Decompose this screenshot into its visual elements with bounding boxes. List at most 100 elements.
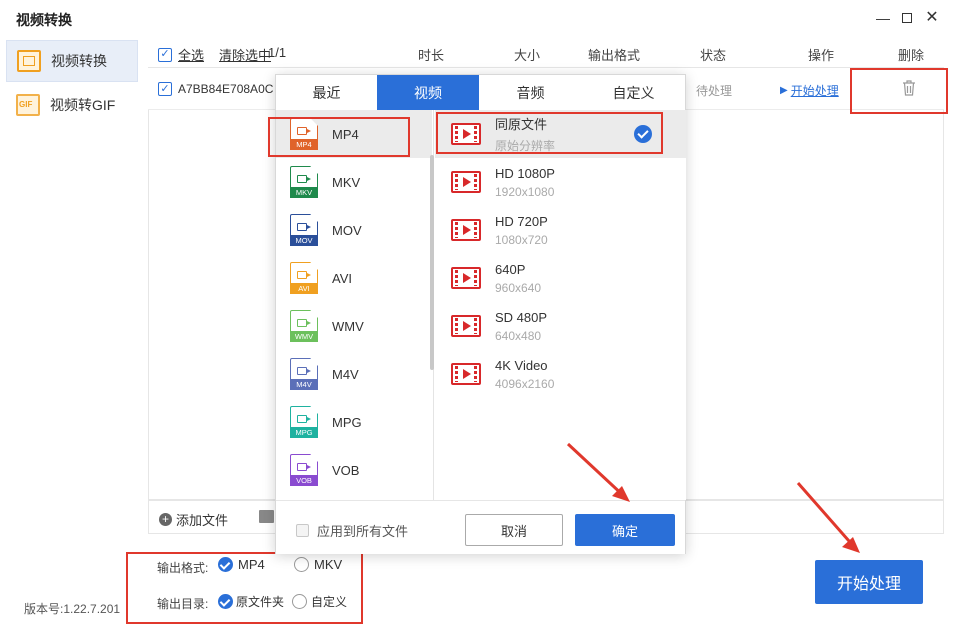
format-label: VOB	[332, 462, 360, 478]
column-output-format: 输出格式	[588, 48, 641, 63]
column-status: 状态	[700, 48, 727, 63]
popup-footer: 应用到所有文件 取消 确定	[276, 500, 685, 554]
apply-all-label: 应用到所有文件	[317, 524, 409, 539]
resolution-item-1080p[interactable]: HD 1080P 1920x1080	[435, 158, 686, 206]
column-size: 大小	[514, 48, 541, 63]
sidebar-item-video-to-gif[interactable]: GIF 视频转GIF	[6, 84, 138, 126]
format-option-label: MP4	[238, 557, 265, 572]
row-checkbox[interactable]: ✓	[158, 82, 172, 96]
resolution-item-4k[interactable]: 4K Video 4096x2160	[435, 350, 686, 398]
clear-selected-link[interactable]: 清除选中	[219, 45, 271, 64]
resolution-list: 同原文件 原始分辨率 HD 1080P 1920x1080 HD 720P 1080x…	[435, 110, 686, 500]
select-all-link[interactable]: 全选	[178, 45, 204, 64]
convert-icon	[17, 50, 41, 72]
resolution-item-480p[interactable]: SD 480P 640x480	[435, 302, 686, 350]
play-icon: ▶	[780, 85, 788, 96]
checkbox-box	[296, 524, 309, 537]
m4v-file-icon: M4V	[290, 358, 318, 390]
avi-file-icon: AVI	[290, 262, 318, 294]
minimize-icon[interactable]: —	[873, 8, 893, 28]
mkv-file-icon: MKV	[290, 166, 318, 198]
video-icon	[451, 219, 481, 241]
tab-custom[interactable]: 自定义	[582, 75, 685, 110]
add-folder-icon[interactable]	[259, 510, 274, 523]
resolution-name: 4K Video	[495, 357, 548, 373]
dir-option-custom[interactable]: 自定义	[292, 593, 347, 610]
format-item-mov[interactable]: MOV MOV	[276, 206, 432, 254]
cancel-button[interactable]: 取消	[465, 514, 563, 546]
format-item-wmv[interactable]: WMV WMV	[276, 302, 432, 350]
format-label: MOV	[332, 222, 362, 238]
sidebar: 视频转换 GIF 视频转GIF	[0, 36, 148, 630]
output-dir-label: 输出目录:	[157, 597, 209, 611]
resolution-size: 1080x720	[495, 232, 548, 247]
video-icon	[451, 315, 481, 337]
format-list: MP4 MP4 MKV MKV MOV MOV AVI AVI WMV WMV …	[276, 110, 434, 500]
tab-recent[interactable]: 最近	[276, 75, 377, 110]
video-icon	[451, 171, 481, 193]
resolution-name: HD 1080P	[495, 165, 555, 181]
start-row-button[interactable]: ▶ 开始处理	[780, 82, 839, 99]
output-format-label: 输出格式:	[157, 561, 209, 575]
resolution-size: 960x640	[495, 280, 542, 295]
format-option-mp4[interactable]: MP4	[218, 557, 265, 572]
plus-circle-icon: +	[159, 513, 172, 526]
column-action: 操作	[808, 48, 835, 63]
start-processing-button[interactable]: 开始处理	[815, 560, 923, 604]
add-file-label: 添加文件	[176, 513, 229, 528]
confirm-button[interactable]: 确定	[575, 514, 675, 546]
list-header: ✓ 全选 清除选中 1/1 时长 大小 输出格式 状态 操作 删除	[148, 36, 944, 68]
resolution-size: 1920x1080	[495, 184, 555, 199]
radio-mp4	[218, 557, 233, 572]
format-label: AVI	[332, 270, 352, 286]
mpg-file-icon: MPG	[290, 406, 318, 438]
resolution-size: 640x480	[495, 328, 542, 343]
add-file-button[interactable]: + 添加文件	[159, 510, 228, 529]
column-duration: 时长	[418, 48, 445, 63]
sidebar-item-video-convert[interactable]: 视频转换	[6, 40, 138, 82]
column-delete: 删除	[898, 48, 925, 63]
gif-icon: GIF	[16, 94, 40, 116]
sidebar-item-label: 视频转GIF	[50, 97, 116, 113]
resolution-name: SD 480P	[495, 309, 548, 325]
radio-mkv	[294, 557, 309, 572]
app-title: 视频转换	[16, 12, 72, 28]
format-item-m4v[interactable]: M4V M4V	[276, 350, 432, 398]
format-option-mkv[interactable]: MKV	[294, 557, 342, 572]
tab-video[interactable]: 视频	[377, 75, 479, 110]
format-item-avi[interactable]: AVI AVI	[276, 254, 432, 302]
format-item-mkv[interactable]: MKV MKV	[276, 158, 432, 206]
format-label: MKV	[332, 174, 361, 190]
start-row-label: 开始处理	[790, 84, 839, 98]
mov-file-icon: MOV	[290, 214, 318, 246]
format-item-vob[interactable]: VOB VOB	[276, 446, 432, 494]
format-label: MPG	[332, 414, 362, 430]
video-icon	[451, 267, 481, 289]
file-count: 1/1	[268, 45, 287, 60]
tab-audio[interactable]: 音频	[479, 75, 582, 110]
close-icon[interactable]: ✕	[922, 8, 942, 28]
radio-custom-folder	[292, 594, 307, 609]
resolution-item-640p[interactable]: 640P 960x640	[435, 254, 686, 302]
format-list-scrollbar[interactable]	[430, 155, 434, 370]
title-bar: 视频转换 — ✕	[0, 0, 960, 36]
resolution-size: 4096x2160	[495, 376, 555, 391]
mp4-highlight-box	[268, 117, 410, 157]
format-item-mpg[interactable]: MPG MPG	[276, 398, 432, 446]
dir-option-original[interactable]: 原文件夹	[218, 593, 284, 610]
dir-option-label: 自定义	[311, 595, 348, 609]
maximize-icon[interactable]	[897, 8, 917, 28]
select-all-checkbox[interactable]: ✓	[158, 47, 172, 62]
sidebar-item-label: 视频转换	[51, 53, 107, 69]
video-icon	[451, 363, 481, 385]
radio-original-folder	[218, 594, 233, 609]
format-label: WMV	[332, 318, 364, 334]
format-option-label: MKV	[314, 557, 343, 572]
file-name: A7BB84E708A0C	[178, 82, 274, 96]
apply-all-checkbox[interactable]: 应用到所有文件	[296, 521, 408, 540]
original-resolution-highlight-box	[436, 112, 663, 154]
status-text: 待处理	[696, 84, 733, 98]
resolution-item-720p[interactable]: HD 720P 1080x720	[435, 206, 686, 254]
vob-file-icon: VOB	[290, 454, 318, 486]
resolution-name: HD 720P	[495, 213, 548, 229]
